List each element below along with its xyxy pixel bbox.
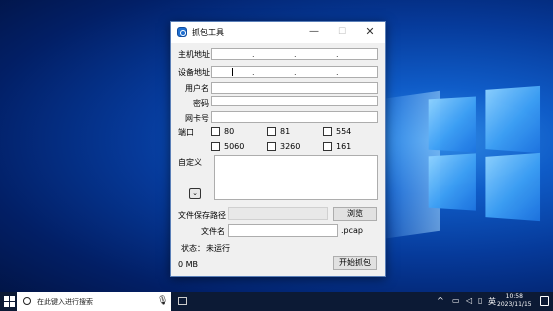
close-button[interactable]: ✕ [359,24,381,40]
windows-logo-pane-tr [485,85,541,154]
save-path-label: 文件保存路径 [178,211,226,220]
taskbar: 在此键入进行搜索 🎙 ^ ▭ ◁ ▯ 英 10:58 2023/11/15 [0,292,553,311]
status-value: 未运行 [206,244,230,253]
custom-ports-textarea[interactable] [214,155,378,200]
status-label: 状态： [181,244,205,253]
network-icon[interactable]: ▭ [452,296,460,305]
ime-indicator[interactable]: 英 [488,296,496,307]
port-161-checkbox[interactable] [323,142,332,151]
windows-logo-pane-tl [428,96,476,153]
port-80-checkbox[interactable] [211,127,220,136]
port-label: 端口 [178,128,194,137]
ip-dot: . [252,50,255,59]
username-input[interactable] [211,82,378,94]
clock-date: 2023/11/15 [497,301,532,308]
clock-time: 10:58 [505,293,523,300]
port-81-label: 81 [280,127,291,136]
host-ip-field[interactable]: . . . [211,48,378,60]
port-5060-checkbox[interactable] [211,142,220,151]
port-3260-label: 3260 [280,142,301,151]
window-title: 抓包工具 [192,28,224,37]
password-input[interactable] [211,96,378,106]
windows-logo-pane-br [485,152,541,222]
text-caret [232,68,233,76]
maximize-button[interactable]: ☐ [331,24,353,40]
notification-center-icon[interactable] [540,296,549,306]
windows-logo-pane-bl [428,153,476,211]
start-capture-button[interactable]: 开始抓包 [333,256,377,270]
nic-label: 网卡号 [185,114,209,123]
port-161-label: 161 [336,142,352,151]
search-placeholder: 在此键入进行搜索 [37,298,93,306]
task-view-icon[interactable] [178,297,187,305]
battery-icon[interactable]: ▯ [478,296,482,305]
ip-dot: . [294,68,297,77]
port-554-checkbox[interactable] [323,127,332,136]
taskbar-clock[interactable]: 10:58 2023/11/15 [497,293,532,309]
ip-dot: . [336,50,339,59]
port-554-label: 554 [336,127,352,136]
filename-input[interactable] [228,224,338,237]
capture-size-value: 0 MB [178,260,199,269]
port-81-checkbox[interactable] [267,127,276,136]
host-ip-label: 主机地址 [178,50,210,59]
ip-dot: . [294,50,297,59]
browse-button[interactable]: 浏览 [333,207,377,221]
device-ip-field[interactable]: . . . [211,66,378,78]
windows-start-icon[interactable] [4,296,15,307]
filename-label: 文件名 [201,227,225,236]
port-80-label: 80 [224,127,235,136]
nic-input[interactable] [211,111,378,123]
microphone-icon[interactable]: 🎙 [157,296,168,306]
save-path-field[interactable] [228,207,328,220]
username-label: 用户名 [185,84,209,93]
password-label: 密码 [193,99,209,108]
minimize-button[interactable]: — [303,24,325,40]
custom-label: 自定义 [178,158,202,167]
filename-ext-label: .pcap [341,226,363,235]
port-5060-label: 5060 [224,142,245,151]
taskbar-search-box[interactable]: 在此键入进行搜索 🎙 [17,292,171,311]
volume-icon[interactable]: ◁ [466,296,472,305]
tray-overflow-icon[interactable]: ^ [437,296,444,305]
port-3260-checkbox[interactable] [267,142,276,151]
device-ip-label: 设备地址 [178,68,210,77]
ip-dot: . [336,68,339,77]
cortana-icon [23,297,31,305]
ip-dot: . [252,68,255,77]
chevron-down-icon[interactable]: ⌄ [189,188,201,199]
title-bar[interactable]: 抓包工具 — ☐ ✕ [171,22,385,43]
capture-tool-window: 抓包工具 — ☐ ✕ 主机地址 . . . 设备地址 . . . 用户名 密码 … [170,21,386,277]
app-icon [177,27,187,37]
